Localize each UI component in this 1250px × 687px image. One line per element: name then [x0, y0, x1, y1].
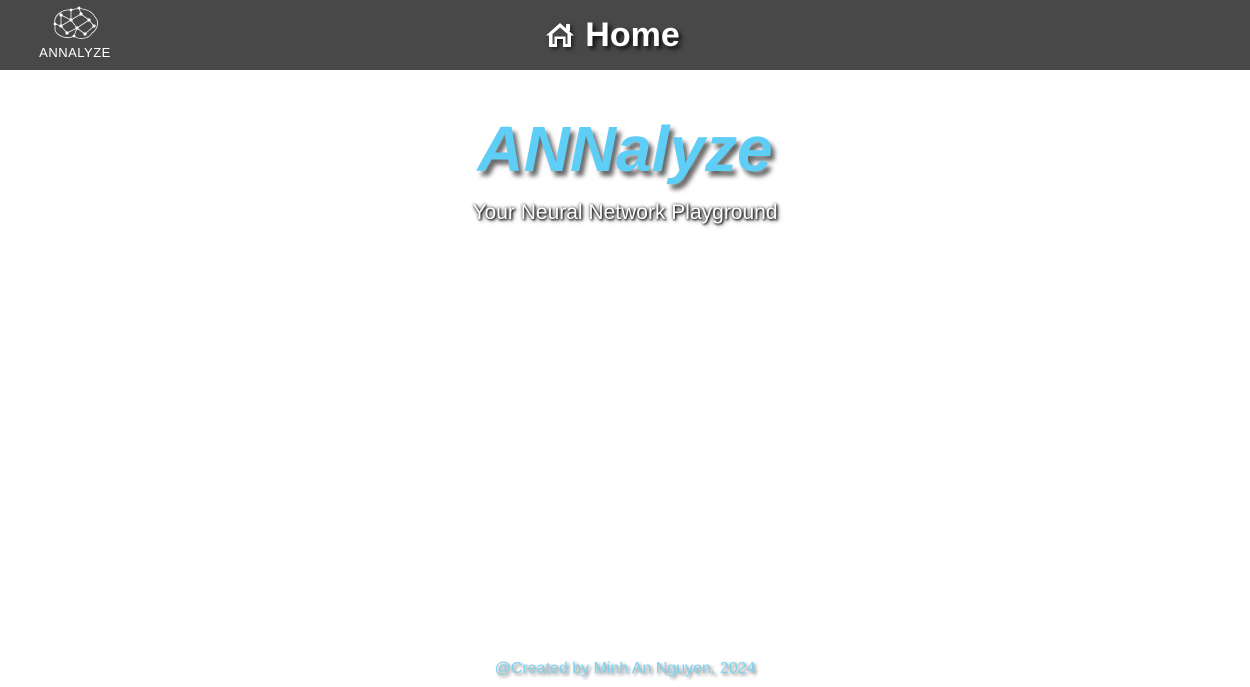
page-title: Home — [0, 0, 1225, 70]
hero-title: ANNalyze — [477, 113, 773, 185]
top-navbar: ANNALYZE Home — [0, 0, 1250, 70]
footer-credit: @Created by Minh An Nguyen, 2024 — [494, 660, 756, 677]
home-icon — [546, 23, 575, 47]
hero-subtitle: Your Neural Network Playground — [472, 201, 778, 224]
page-title-text: Home — [585, 15, 680, 54]
